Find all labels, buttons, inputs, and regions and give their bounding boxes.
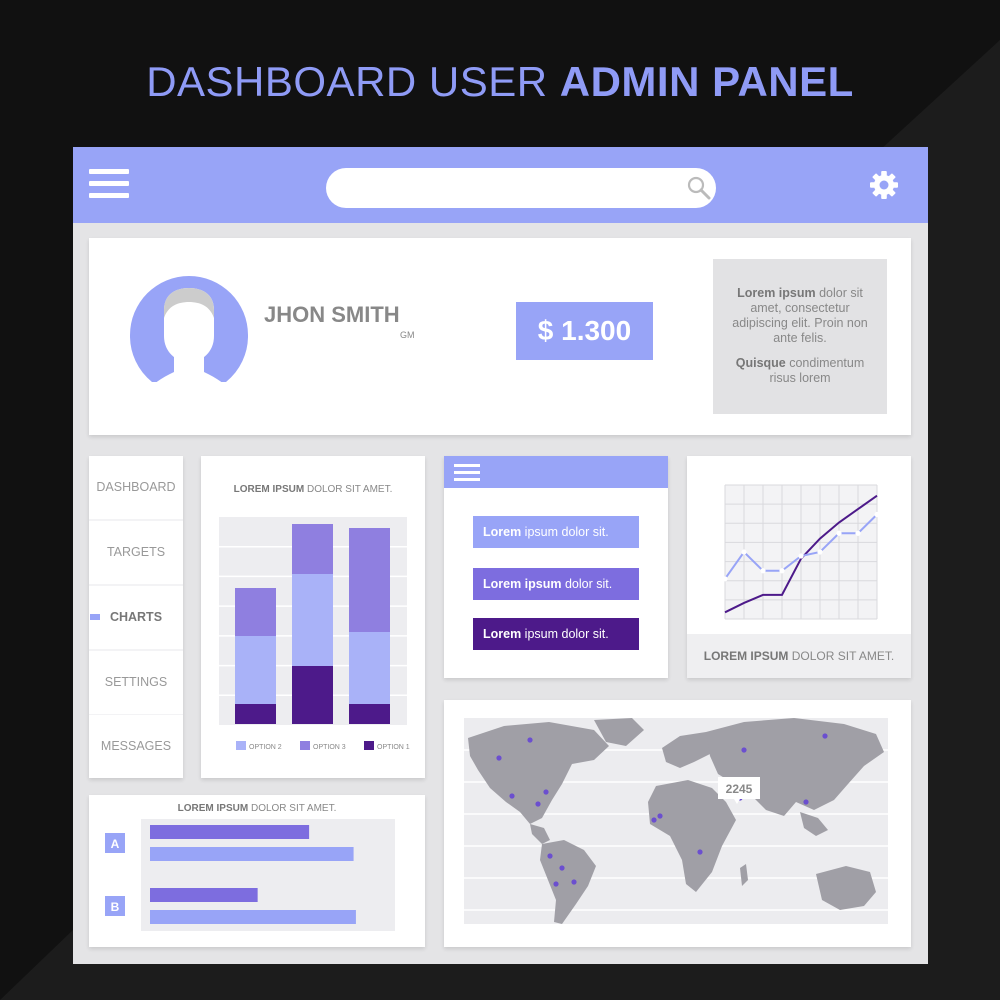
bar-segment-2 [349,632,390,704]
menu-button-1[interactable]: Lorem ipsum dolor sit. [473,516,639,548]
bar-segment-2 [292,574,333,666]
bar-segment-1 [349,704,390,724]
category-label: B [111,900,120,914]
line-caption-text: DOLOR SIT AMET. [788,649,895,663]
map-marker [559,865,565,871]
hamburger-icon[interactable] [454,464,480,485]
map-marker [571,879,577,885]
category-label: A [111,837,120,851]
line-point [798,553,804,559]
page-title-bold: ADMIN PANEL [559,58,854,105]
map-marker [547,853,553,859]
world-map: 2245 [464,718,888,924]
bar-segment-1 [292,666,333,724]
sidebar-item-targets[interactable]: TARGETS [89,521,183,584]
user-name: JHON SMITH [264,302,400,327]
active-marker [90,614,100,620]
map-marker [657,813,663,819]
map-marker [803,799,809,805]
top-bar [73,147,928,223]
line-chart-card: LOREM IPSUM DOLOR SIT AMET. [687,456,911,678]
map-marker [496,755,502,761]
legend-swatch [364,741,374,750]
line-point [817,549,823,555]
line-point [855,530,861,536]
user-avatar-icon [130,276,248,386]
user-role: GM [400,330,415,340]
map-marker [697,849,703,855]
sidebar-item-label: CHARTS [109,610,163,624]
sidebar-item-messages[interactable]: MESSAGES [89,715,183,778]
map-marker [509,793,515,799]
sidebar-item-settings[interactable]: SETTINGS [89,651,183,714]
stacked-bar-card: LOREM IPSUM DOLOR SIT AMET. OPTION 2 OPTI… [201,456,425,778]
menu-button-bold: Lorem ipsum [483,577,562,591]
bar-segment-3 [235,588,276,636]
bar-segment-3 [292,524,333,574]
map-marker [543,789,549,795]
horizontal-bar-card: LOREM IPSUM DOLOR SIT AMET. AB [89,795,425,947]
legend-swatch [300,741,310,750]
sidebar-item-label: TARGETS [106,545,166,559]
note-p1-bold: Lorem ipsum [737,286,816,300]
menu-button-text: ipsum dolor sit. [521,627,609,641]
legend-label: OPTION 2 [249,744,282,751]
line-point [741,549,747,555]
map-marker [651,817,657,823]
gear-icon[interactable] [869,170,899,200]
map-callout-value: 2245 [726,782,753,796]
bar-segment-1 [235,704,276,724]
profile-note: Lorem ipsum dolor sit amet, consectetur … [713,259,887,414]
sidebar-item-dashboard[interactable]: DASHBOARD [89,456,183,519]
map-marker [553,881,559,887]
sidebar-nav: DASHBOARD TARGETS CHARTS SETTINGS MESSAG… [89,456,183,778]
menu-button-text: ipsum dolor sit. [521,525,609,539]
menu-card: Lorem ipsum dolor sit. Lorem ipsum dolor… [444,456,668,678]
hamburger-icon[interactable] [89,169,129,201]
map-marker [535,801,541,807]
sidebar-item-label: DASHBOARD [96,480,176,494]
hbar-2 [150,910,356,924]
line-chart [722,484,880,620]
sidebar-item-label: SETTINGS [104,675,168,689]
menu-button-bold: Lorem [483,525,522,539]
search-icon[interactable] [686,175,712,201]
line-point [874,511,880,518]
menu-button-3[interactable]: Lorem ipsum dolor sit. [473,618,639,650]
map-marker [822,733,828,739]
line-point [836,530,842,536]
line-chart-caption: LOREM IPSUM DOLOR SIT AMET. [687,634,911,678]
line-point [760,568,766,574]
line-point [779,568,785,574]
page-title-light: DASHBOARD USER [146,58,560,105]
profile-card: JHON SMITH GM $ 1.300 Lorem ipsum dolor … [89,238,911,435]
line-point [722,576,728,582]
bar-segment-2 [235,636,276,704]
amount-badge: $ 1.300 [516,302,653,360]
page-title: DASHBOARD USER ADMIN PANEL [0,58,1000,106]
legend-label: OPTION 1 [377,744,410,751]
dashboard-frame: JHON SMITH GM $ 1.300 Lorem ipsum dolor … [73,147,928,964]
sidebar-item-label: MESSAGES [100,739,172,753]
legend-swatch [236,741,246,750]
legend-label: OPTION 3 [313,744,346,751]
note-p2-bold: Quisque [735,356,786,370]
hbar-1 [150,888,258,902]
horizontal-bar-chart: AB [105,819,395,931]
map-marker [741,747,747,753]
line-caption-bold: LOREM IPSUM [703,649,789,663]
menu-button-bold: Lorem [483,627,522,641]
menu-button-text: dolor sit. [561,577,613,591]
world-map-card: 2245 [444,700,911,947]
sidebar-item-charts[interactable]: CHARTS [89,586,183,649]
hbar-2 [150,847,354,861]
map-marker [527,737,533,743]
search-input[interactable] [326,168,716,208]
menu-button-2[interactable]: Lorem ipsum dolor sit. [473,568,639,600]
bar-segment-3 [349,528,390,632]
hbar-1 [150,825,310,839]
stacked-bar-chart: OPTION 2 OPTION 3 OPTION 1 [219,517,410,751]
menu-card-header [444,456,668,488]
